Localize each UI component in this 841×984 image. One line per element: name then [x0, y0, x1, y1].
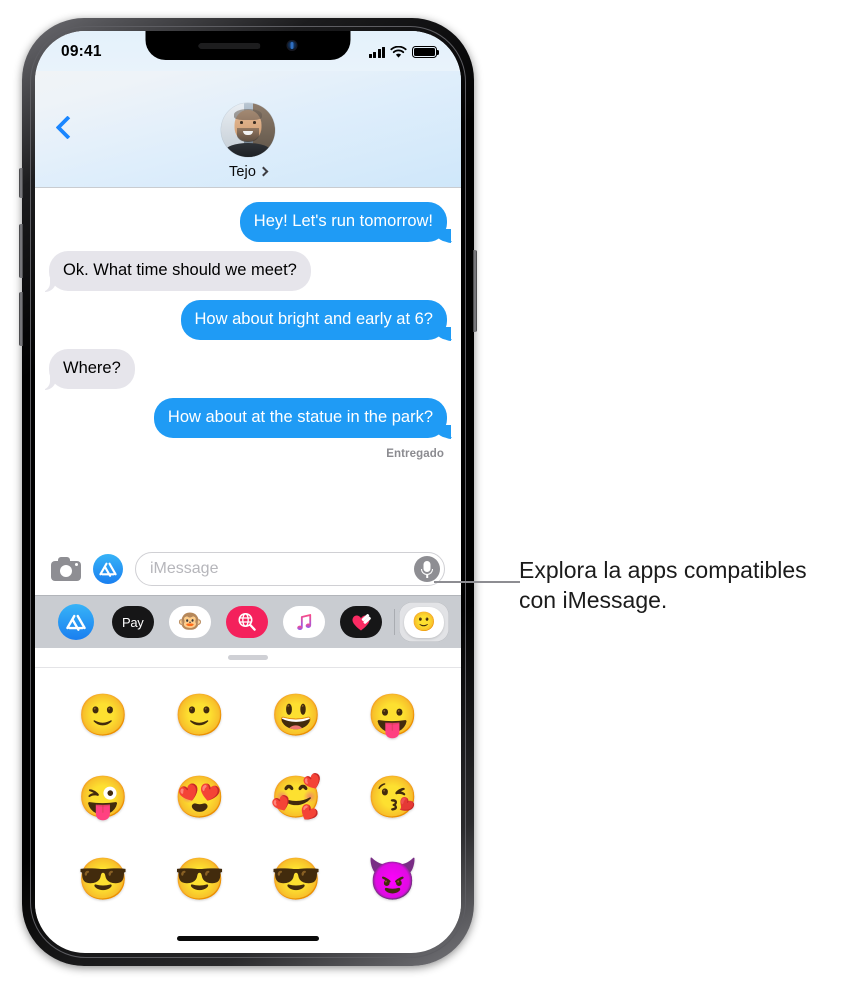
volume-up-button[interactable] — [19, 224, 23, 278]
sticker-item[interactable]: 😈 — [367, 859, 418, 900]
sticker-item[interactable]: 😜 — [78, 776, 129, 818]
message-list: Hey! Let's run tomorrow! Ok. What time s… — [35, 188, 461, 543]
message-row: Hey! Let's run tomorrow! — [49, 202, 452, 243]
monkey-animoji-icon: 🐵 — [177, 611, 203, 633]
sticker-grid: 🙂 🙂 😃 😛 😜 😍 🥰 😘 😎 😎 😎 😈 — [35, 668, 461, 921]
message-bubble-incoming[interactable]: Where? — [41, 349, 135, 390]
music-app[interactable] — [283, 606, 326, 638]
status-icons — [368, 45, 440, 59]
app-drawer-slot: 🐵 — [161, 606, 218, 638]
music-note-icon — [297, 613, 311, 630]
digital-touch-heart-icon — [352, 614, 372, 631]
message-row: How about bright and early at 6? — [49, 300, 451, 341]
app-store-icon[interactable] — [93, 554, 123, 584]
images-search-icon — [238, 613, 256, 631]
digital-touch-app[interactable] — [340, 606, 383, 638]
sticker-item[interactable]: 😍 — [174, 776, 225, 818]
message-row: Where? — [41, 349, 447, 390]
battery-full-icon — [412, 46, 440, 58]
app-drawer-slot — [333, 606, 390, 638]
sticker-item[interactable]: 😘 — [367, 776, 418, 818]
status-time: 09:41 — [61, 43, 102, 60]
callout-text: Explora la apps compatibles con iMessage… — [519, 557, 807, 613]
imessage-app-drawer[interactable]: Pay 🐵 🙂 — [35, 595, 461, 648]
front-camera-icon — [286, 40, 298, 51]
sticker-item[interactable]: 🙂 — [174, 694, 225, 736]
app-drawer-slot — [219, 606, 276, 638]
contact-name: Tejo — [229, 164, 256, 180]
delivery-status: Entregado — [386, 448, 444, 460]
microphone-icon[interactable] — [414, 556, 440, 582]
sticker-item[interactable]: 😃 — [271, 694, 322, 736]
imessage-placeholder: iMessage — [150, 560, 219, 577]
app-drawer-slot — [276, 606, 333, 638]
power-button[interactable] — [473, 250, 477, 332]
apple-pay-app[interactable]: Pay — [111, 606, 154, 638]
drag-handle-icon[interactable] — [228, 655, 268, 660]
volume-down-button[interactable] — [19, 292, 23, 346]
message-row: Ok. What time should we meet? — [41, 251, 447, 292]
callout: Explora la apps compatibles con iMessage… — [519, 555, 819, 615]
home-indicator-bar[interactable] — [177, 935, 319, 941]
sticker-item[interactable]: 😎 — [271, 859, 322, 900]
sticker-item[interactable]: 😛 — [367, 694, 418, 736]
message-row: How about at the statue in the park? — [49, 398, 452, 439]
smiley-face-icon: 🙂 — [412, 611, 436, 633]
search-input[interactable]: iMessage — [135, 552, 445, 586]
app-drawer-slot — [47, 604, 104, 640]
device-notch — [145, 31, 351, 60]
drawer-grabber-area[interactable] — [35, 648, 461, 668]
emoji-stickers-tab[interactable]: 🙂 — [404, 606, 445, 638]
message-bubble-outgoing[interactable]: How about bright and early at 6? — [180, 300, 451, 341]
app-store-app[interactable] — [57, 604, 94, 640]
iphone-device-frame: Tejo 09:41 Hey! Let's run tomorrow! Ok. … — [19, 18, 477, 966]
sticker-item[interactable]: 😎 — [78, 859, 129, 900]
camera-icon[interactable] — [51, 557, 81, 581]
emoji-stickers-app-selected[interactable]: 🙂 — [399, 602, 450, 642]
apple-pay-label: Pay — [121, 614, 144, 630]
callout-leader-line — [434, 581, 520, 583]
cellular-bars-icon — [368, 46, 385, 58]
sticker-item[interactable]: 😎 — [174, 859, 225, 900]
wifi-icon — [390, 45, 407, 58]
message-bubble-outgoing[interactable]: How about at the statue in the park? — [153, 398, 452, 439]
earpiece-speaker-icon — [198, 42, 261, 49]
phone-screen: Tejo 09:41 Hey! Let's run tomorrow! Ok. … — [35, 31, 461, 953]
animoji-app[interactable]: 🐵 — [168, 606, 211, 638]
drawer-divider — [394, 609, 396, 635]
sticker-item[interactable]: 🙂 — [78, 694, 129, 736]
back-button[interactable] — [54, 113, 76, 143]
message-input-bar: iMessage — [35, 543, 461, 595]
message-bubble-outgoing[interactable]: Hey! Let's run tomorrow! — [239, 202, 452, 243]
mute-switch[interactable] — [19, 168, 23, 198]
app-drawer-slot: Pay — [104, 606, 161, 638]
message-bubble-incoming[interactable]: Ok. What time should we meet? — [41, 251, 311, 292]
contact-info-button[interactable]: Tejo — [221, 103, 275, 180]
chevron-right-icon — [258, 166, 269, 177]
images-search-app[interactable] — [226, 606, 269, 638]
avatar[interactable] — [221, 103, 275, 157]
sticker-item[interactable]: 🥰 — [271, 776, 322, 818]
contact-name-row[interactable]: Tejo — [229, 164, 269, 180]
